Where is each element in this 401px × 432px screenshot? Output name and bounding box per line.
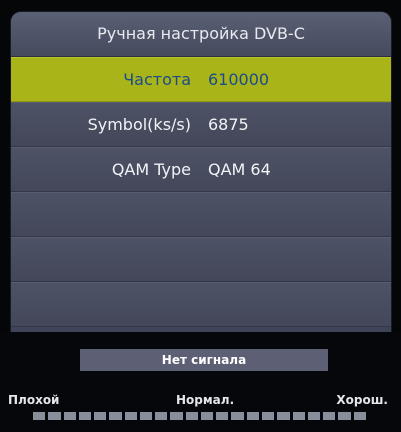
row-symbol-rate[interactable]: Symbol(ks/s) 6875	[11, 102, 391, 147]
symbol-rate-value[interactable]: 6875	[208, 103, 249, 146]
signal-meter-segment	[170, 412, 183, 420]
signal-meter-segment	[292, 412, 305, 420]
frequency-label: Частота	[123, 70, 191, 89]
signal-meter-segment	[94, 412, 107, 420]
signal-meter-segment	[155, 412, 168, 420]
signal-meter-segment	[33, 412, 46, 420]
row-qam-type[interactable]: QAM Type QAM 64	[11, 147, 391, 192]
signal-meter-segment	[109, 412, 122, 420]
quality-mid-label: Нормал.	[176, 393, 235, 407]
signal-status-area: Нет сигнала Плохой Нормал. Хорош.	[0, 332, 401, 432]
signal-meter-segment	[185, 412, 198, 420]
signal-meter-segment	[277, 412, 290, 420]
signal-meter-segment	[124, 412, 137, 420]
signal-meter-segment	[216, 412, 229, 420]
signal-meter-segment	[323, 412, 336, 420]
qam-type-label: QAM Type	[111, 160, 191, 179]
signal-meter-segment	[261, 412, 275, 420]
signal-meter-segment	[231, 412, 244, 420]
qam-type-value[interactable]: QAM 64	[208, 148, 271, 191]
quality-low-label: Плохой	[8, 393, 60, 407]
signal-meter-segment	[139, 412, 153, 420]
empty-row	[11, 192, 391, 237]
row-frequency[interactable]: Частота 610000	[11, 57, 391, 102]
empty-row	[11, 237, 391, 282]
signal-meter-segment	[338, 412, 351, 420]
signal-quality-meter	[33, 412, 366, 420]
empty-row	[11, 282, 391, 327]
signal-meter-segment	[78, 412, 92, 420]
signal-meter-segment	[246, 412, 259, 420]
frequency-value[interactable]: 610000	[208, 58, 269, 101]
quality-high-label: Хорош.	[336, 393, 388, 407]
signal-meter-segment	[63, 412, 76, 420]
signal-meter-segment	[200, 412, 214, 420]
signal-status-badge: Нет сигнала	[80, 349, 328, 371]
signal-meter-segment	[48, 412, 61, 420]
symbol-rate-label: Symbol(ks/s)	[87, 115, 191, 134]
signal-meter-segment	[353, 412, 366, 420]
panel-title: Ручная настройка DVB-C	[11, 12, 391, 57]
tv-screen: Ручная настройка DVB-C Частота 610000 Sy…	[0, 0, 401, 432]
manual-tuning-panel: Ручная настройка DVB-C Частота 610000 Sy…	[11, 12, 391, 332]
signal-meter-segment	[307, 412, 321, 420]
